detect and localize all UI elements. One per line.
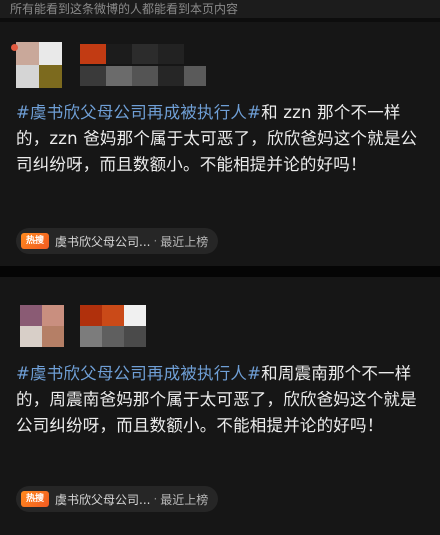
- post-card[interactable]: #虞书欣父母公司再成被执行人#和 zzn 那个不一样的，zzn 爸妈那个属于太可…: [0, 22, 440, 266]
- trending-topic-pill[interactable]: 热搜 虞书欣父母公司... · 最近上榜: [16, 228, 219, 254]
- username[interactable]: [80, 44, 210, 88]
- hashtag-link[interactable]: #虞书欣父母公司再成被执行人#: [16, 364, 261, 383]
- username[interactable]: [80, 305, 146, 347]
- avatar[interactable]: [16, 42, 62, 88]
- separator: ·: [153, 492, 158, 506]
- post-card[interactable]: #虞书欣父母公司再成被执行人#和周震南那个不一样的，周震南爸妈那个属于太可恶了，…: [0, 277, 440, 535]
- decoration-icon: [11, 44, 18, 51]
- trending-topic-pill[interactable]: 热搜 虞书欣父母公司... · 最近上榜: [16, 486, 219, 512]
- post-body: #虞书欣父母公司再成被执行人#和周震南那个不一样的，周震南爸妈那个属于太可恶了，…: [16, 361, 428, 439]
- topic-title: 虞书欣父母公司...: [55, 492, 151, 507]
- topic-status: 最近上榜: [160, 492, 209, 507]
- topic-title: 虞书欣父母公司...: [55, 234, 151, 249]
- separator: ·: [153, 234, 158, 248]
- topic-status: 最近上榜: [160, 234, 209, 249]
- hot-search-badge: 热搜: [21, 491, 49, 507]
- post-body: #虞书欣父母公司再成被执行人#和 zzn 那个不一样的，zzn 爸妈那个属于太可…: [16, 100, 428, 178]
- divider: [0, 266, 440, 277]
- avatar[interactable]: [20, 305, 64, 347]
- hot-search-badge: 热搜: [21, 233, 49, 249]
- visibility-notice: 所有能看到这条微博的人都能看到本页内容: [0, 0, 440, 18]
- hashtag-link[interactable]: #虞书欣父母公司再成被执行人#: [16, 103, 261, 122]
